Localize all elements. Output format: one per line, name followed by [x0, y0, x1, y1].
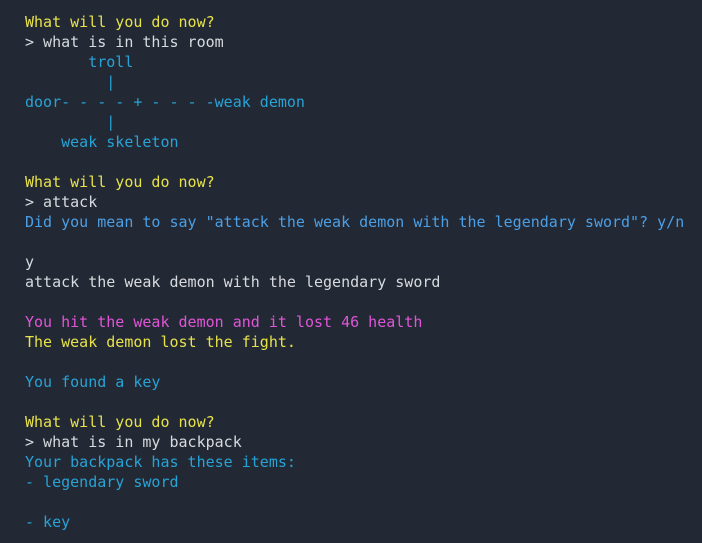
room-map-line: | — [25, 73, 116, 91]
backpack-item: - legendary sword — [25, 473, 179, 491]
room-map-line: door- - - - + - - - -weak demon — [25, 93, 305, 111]
damage-line: You hit the weak demon and it lost 46 he… — [25, 313, 423, 331]
backpack-header-line: Your backpack has these items: — [25, 453, 296, 471]
command-line: > what is in my backpack — [25, 433, 242, 451]
found-item-line: You found a key — [25, 373, 161, 391]
room-map-line: | — [25, 113, 116, 131]
room-map-line: troll — [25, 53, 134, 71]
command-line: > attack — [25, 193, 98, 211]
prompt-line: What will you do now? — [25, 413, 215, 431]
command-line: attack the weak demon with the legendary… — [25, 273, 441, 291]
room-map-line: weak skeleton — [25, 133, 179, 151]
command-line: > what is in this room — [25, 33, 224, 51]
suggestion-line: Did you mean to say "attack the weak dem… — [25, 213, 685, 231]
prompt-line: What will you do now? — [25, 173, 215, 191]
terminal-window[interactable]: What will you do now? > what is in this … — [0, 0, 702, 543]
result-line: The weak demon lost the fight. — [25, 333, 296, 351]
prompt-line: What will you do now? — [25, 13, 215, 31]
backpack-item: - key — [25, 513, 71, 531]
answer-line: y — [25, 253, 35, 271]
